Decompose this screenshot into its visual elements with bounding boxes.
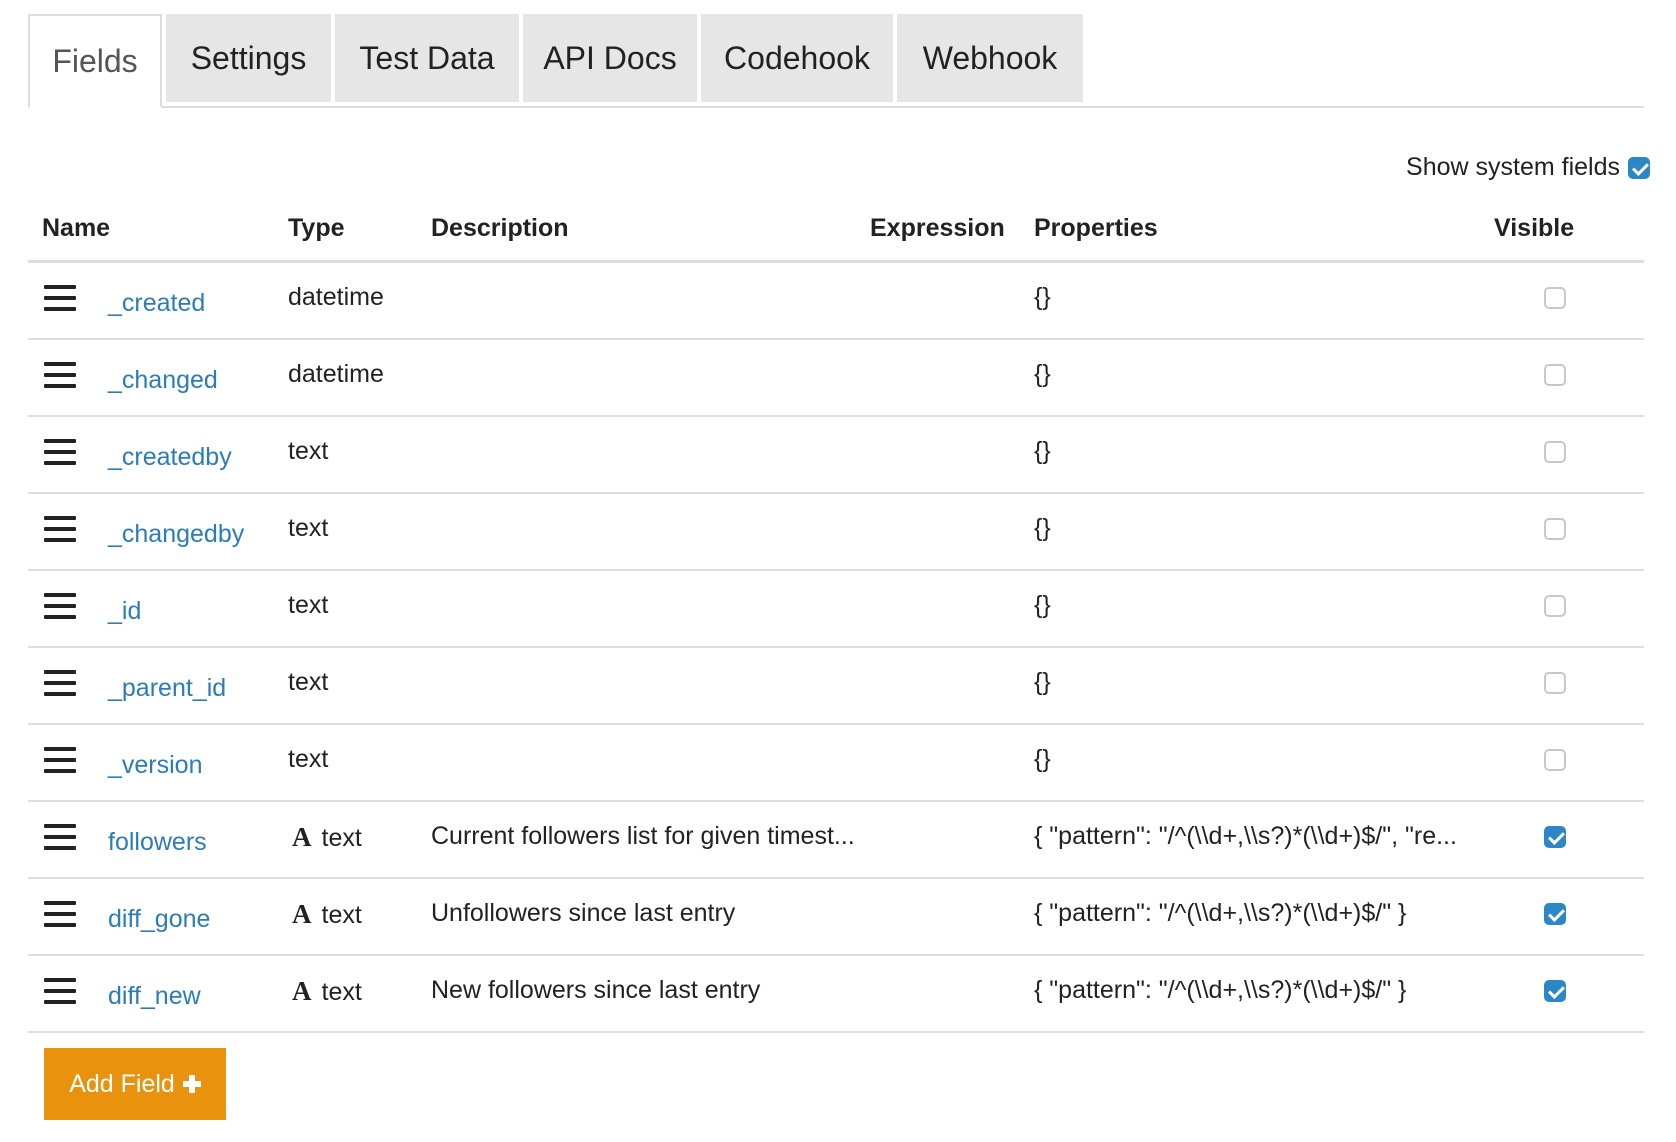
header-description: Description <box>431 214 569 242</box>
field-type-label: text <box>288 591 329 619</box>
field-name-link[interactable]: _parent_id <box>108 674 226 703</box>
table-header: Name Type Description Expression Propert… <box>28 196 1644 263</box>
field-properties: {} <box>1034 360 1051 388</box>
field-type: text <box>288 745 328 774</box>
table-row: diff_new Atext New followers since last … <box>28 956 1644 1033</box>
field-description: New followers since last entry <box>431 976 761 1004</box>
field-name-link[interactable]: followers <box>108 828 207 857</box>
visible-checkbox[interactable] <box>1544 518 1566 540</box>
show-system-fields: Show system fields <box>1406 153 1650 182</box>
field-name-link[interactable]: _id <box>108 597 141 626</box>
field-type: text <box>288 437 328 466</box>
visible-checkbox[interactable] <box>1544 672 1566 694</box>
add-field-label: Add Field <box>69 1069 175 1098</box>
visible-checkbox[interactable] <box>1544 826 1566 848</box>
visible-checkbox[interactable] <box>1544 595 1566 617</box>
table-row: _changedby text {} <box>28 494 1644 571</box>
table-row: diff_gone Atext Unfollowers since last e… <box>28 879 1644 956</box>
field-properties: {} <box>1034 283 1051 311</box>
field-properties: { "pattern": "/^(\\d+,\\s?)*(\\d+)$/" } <box>1034 899 1407 927</box>
visible-checkbox[interactable] <box>1544 749 1566 771</box>
field-properties: {} <box>1034 437 1051 465</box>
visible-checkbox[interactable] <box>1544 364 1566 386</box>
tab-fields[interactable]: Fields <box>28 14 162 108</box>
tab-api-docs[interactable]: API Docs <box>523 14 697 102</box>
fields-table: Name Type Description Expression Propert… <box>28 196 1644 1033</box>
field-properties: {} <box>1034 591 1051 619</box>
field-properties: {} <box>1034 745 1051 773</box>
table-row: followers Atext Current followers list f… <box>28 802 1644 879</box>
field-name-link[interactable]: diff_gone <box>108 905 210 934</box>
tab-settings[interactable]: Settings <box>166 14 331 102</box>
drag-handle-icon[interactable] <box>44 747 76 773</box>
drag-handle-icon[interactable] <box>44 824 76 850</box>
field-type: Atext <box>288 822 362 853</box>
field-type-label: text <box>288 668 329 696</box>
field-type: Atext <box>288 899 362 930</box>
header-name: Name <box>42 214 111 242</box>
header-properties: Properties <box>1034 214 1158 242</box>
header-expression: Expression <box>870 214 1005 242</box>
show-system-fields-checkbox[interactable] <box>1628 156 1650 179</box>
field-type: Atext <box>288 976 362 1007</box>
field-description: Unfollowers since last entry <box>431 899 736 927</box>
drag-handle-icon[interactable] <box>44 670 76 696</box>
drag-handle-icon[interactable] <box>44 285 76 311</box>
field-name-link[interactable]: diff_new <box>108 982 201 1011</box>
field-name-link[interactable]: _createdby <box>108 443 232 472</box>
field-type: text <box>288 668 328 697</box>
field-type-label: text <box>321 824 362 852</box>
field-name-link[interactable]: _changedby <box>108 520 244 549</box>
field-type-label: text <box>288 745 329 773</box>
drag-handle-icon[interactable] <box>44 516 76 542</box>
field-type-label: text <box>321 901 362 929</box>
add-field-button[interactable]: Add Field <box>44 1048 226 1120</box>
field-name-link[interactable]: _version <box>108 751 203 780</box>
header-type: Type <box>288 214 345 242</box>
field-type-label: datetime <box>288 283 384 311</box>
field-name-link[interactable]: _changed <box>108 366 218 395</box>
text-type-icon: A <box>292 899 312 929</box>
table-row: _version text {} <box>28 725 1644 802</box>
show-system-fields-label: Show system fields <box>1406 153 1620 181</box>
tab-webhook[interactable]: Webhook <box>897 14 1083 102</box>
field-type: datetime <box>288 360 384 389</box>
drag-handle-icon[interactable] <box>44 978 76 1004</box>
header-visible: Visible <box>1494 214 1575 242</box>
tab-codehook[interactable]: Codehook <box>701 14 893 102</box>
field-properties: { "pattern": "/^(\\d+,\\s?)*(\\d+)$/" } <box>1034 976 1407 1004</box>
field-type: text <box>288 514 328 543</box>
field-type-label: text <box>288 514 329 542</box>
tab-bar: Fields Settings Test Data API Docs Codeh… <box>28 14 1644 108</box>
table-row: _changed datetime {} <box>28 340 1644 417</box>
field-name-link[interactable]: _created <box>108 289 205 318</box>
drag-handle-icon[interactable] <box>44 901 76 927</box>
field-description: Current followers list for given timest.… <box>431 822 855 850</box>
field-type: text <box>288 591 328 620</box>
drag-handle-icon[interactable] <box>44 439 76 465</box>
visible-checkbox[interactable] <box>1544 441 1566 463</box>
field-type: datetime <box>288 283 384 312</box>
field-type-label: text <box>288 437 329 465</box>
tab-test-data[interactable]: Test Data <box>335 14 519 102</box>
table-row: _created datetime {} <box>28 263 1644 340</box>
visible-checkbox[interactable] <box>1544 903 1566 925</box>
field-type-label: datetime <box>288 360 384 388</box>
drag-handle-icon[interactable] <box>44 362 76 388</box>
text-type-icon: A <box>292 822 312 852</box>
plus-icon <box>182 1075 201 1093</box>
visible-checkbox[interactable] <box>1544 287 1566 309</box>
field-properties: { "pattern": "/^(\\d+,\\s?)*(\\d+)$/", "… <box>1034 822 1457 850</box>
drag-handle-icon[interactable] <box>44 593 76 619</box>
field-properties: {} <box>1034 668 1051 696</box>
table-row: _parent_id text {} <box>28 648 1644 725</box>
visible-checkbox[interactable] <box>1544 980 1566 1002</box>
field-type-label: text <box>321 978 362 1006</box>
text-type-icon: A <box>292 976 312 1006</box>
table-row: _id text {} <box>28 571 1644 648</box>
table-row: _createdby text {} <box>28 417 1644 494</box>
field-properties: {} <box>1034 514 1051 542</box>
